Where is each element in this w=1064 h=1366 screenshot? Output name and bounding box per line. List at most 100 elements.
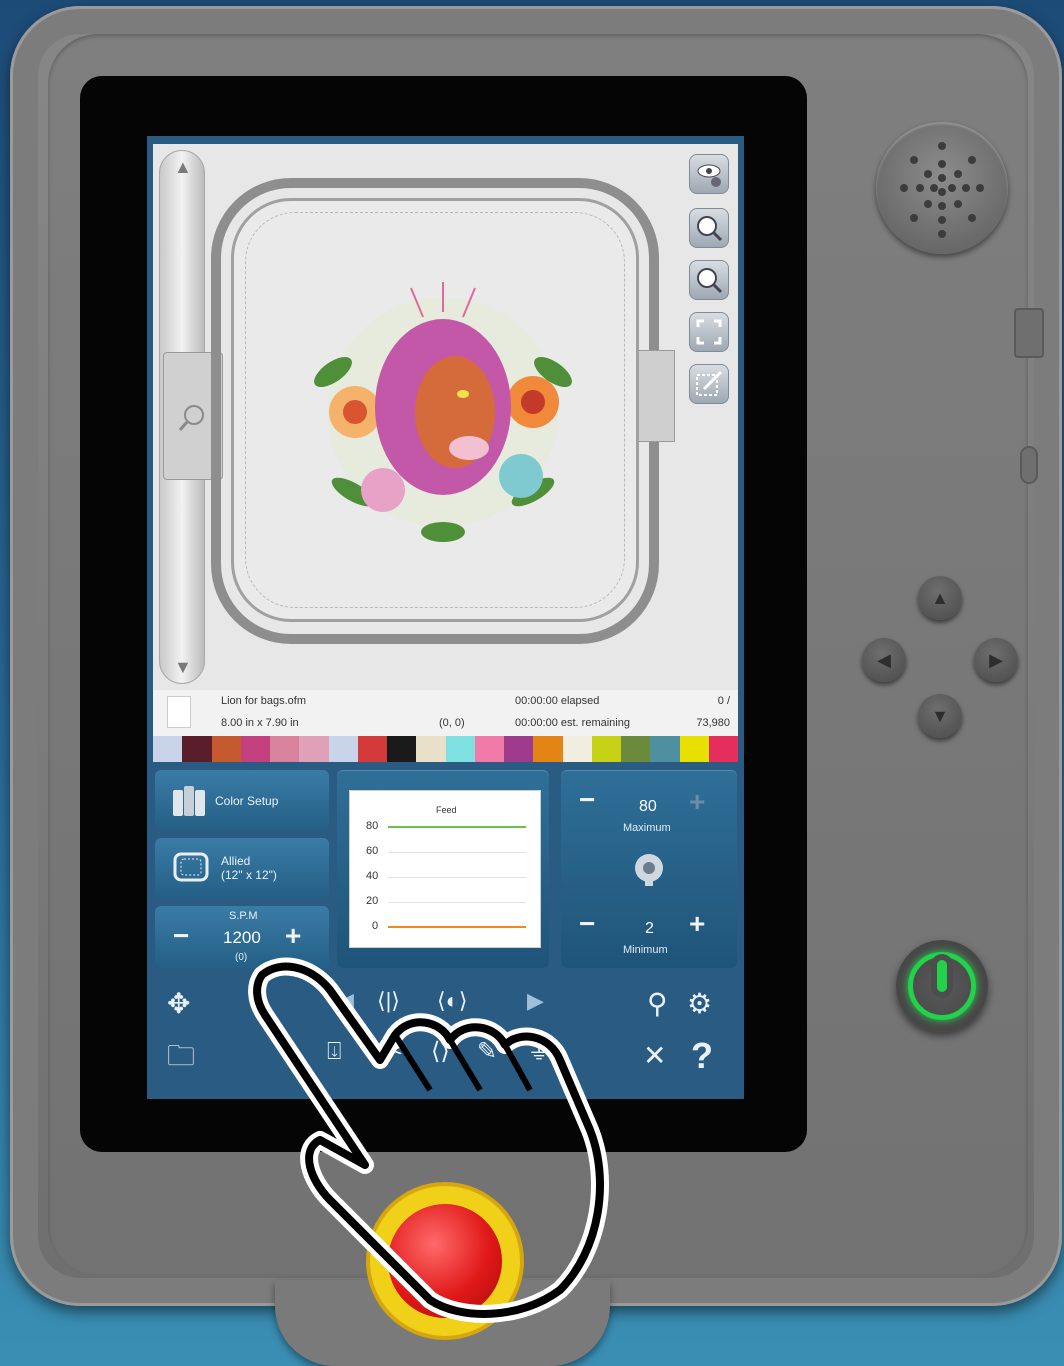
speaker-hole [954, 170, 962, 178]
fullscreen-button[interactable] [689, 312, 729, 352]
open-folder-icon[interactable]: 🗀 [167, 1042, 195, 1070]
speaker-hole [930, 184, 938, 192]
hoop-name: Allied [221, 854, 251, 868]
zoom-fit-button[interactable] [689, 208, 729, 248]
color-swatch[interactable] [533, 736, 563, 762]
min-label: Minimum [623, 944, 668, 956]
color-swatch[interactable] [387, 736, 417, 762]
color-swatch[interactable] [621, 736, 651, 762]
pencil-square-icon [696, 370, 723, 396]
color-swatch[interactable] [708, 736, 738, 762]
color-swatch[interactable] [211, 736, 241, 762]
needle-icon[interactable]: ⟨⟩ [431, 1040, 450, 1064]
frame-out-icon[interactable]: ⍗ [327, 1040, 341, 1064]
speaker-hole [954, 200, 962, 208]
lion-design-preview[interactable] [293, 262, 593, 562]
spm-label: S.P.M [229, 910, 258, 922]
color-setup-button[interactable]: Color Setup [155, 770, 329, 830]
speaker-hole [938, 142, 946, 150]
start-stop-button[interactable] [896, 940, 988, 1032]
min-decrease-button[interactable]: − [579, 910, 595, 938]
edit-stitch-icon[interactable]: ✎ [477, 1040, 497, 1064]
color-swatch[interactable] [182, 736, 212, 762]
scroll-down-icon[interactable]: ▼ [174, 657, 192, 678]
speaker-hole [924, 170, 932, 178]
needle-step-icon[interactable]: ⟨|⟩ [377, 990, 400, 1012]
trim-icon[interactable]: ✂ [383, 1040, 403, 1064]
thread-spools-icon [173, 786, 205, 816]
edit-design-button[interactable] [689, 364, 729, 404]
settings-gears-icon[interactable]: ⚙ [687, 990, 712, 1018]
design-file-name: Lion for bags.ofm [221, 695, 306, 707]
dpad-right-button[interactable]: ▶ [974, 638, 1018, 682]
zoom-in-icon [697, 216, 723, 242]
series-line [388, 826, 526, 828]
color-swatch[interactable] [357, 736, 387, 762]
max-label: Maximum [623, 822, 671, 834]
spm-value: 1200 [223, 928, 261, 947]
series-line [388, 926, 526, 928]
max-decrease-button[interactable]: − [579, 786, 595, 814]
tools-icon[interactable]: ✕ [643, 1042, 666, 1070]
hoop-select-button[interactable]: Allied (12" x 12") [155, 838, 329, 898]
laser-position-icon[interactable]: ⏚ [527, 1040, 551, 1064]
color-swatch[interactable] [153, 736, 183, 762]
spm-sub: (0) [235, 952, 248, 963]
design-view[interactable]: ▲ ▼ [153, 144, 738, 690]
zoom-out-button[interactable] [689, 260, 729, 300]
speaker-hole [938, 160, 946, 168]
trace-back-icon[interactable]: ◀ [337, 990, 354, 1012]
design-info-bar: Lion for bags.ofm 8.00 in x 7.90 in (0, … [153, 690, 738, 736]
color-swatch[interactable] [679, 736, 709, 762]
expand-icon [696, 319, 722, 345]
gridline [388, 852, 526, 853]
feed-chart: Feed 80 60 40 20 0 [349, 790, 541, 948]
color-swatch[interactable] [328, 736, 358, 762]
usb-port [1014, 308, 1044, 358]
scroll-up-icon[interactable]: ▲ [174, 157, 192, 178]
speaker-hole [924, 200, 932, 208]
color-swatch[interactable] [504, 736, 534, 762]
speaker-hole [938, 202, 946, 210]
design-thumbnail [167, 696, 191, 728]
color-swatch[interactable] [562, 736, 592, 762]
needle-select-icon[interactable]: ⚲ [647, 990, 668, 1018]
color-swatch[interactable] [474, 736, 504, 762]
min-increase-button[interactable]: + [689, 910, 705, 938]
trace-forward-icon[interactable]: ▶ [527, 990, 544, 1012]
elapsed-time: 00:00:00 elapsed [515, 695, 600, 707]
max-increase-button[interactable]: + [689, 788, 705, 816]
color-swatch[interactable] [591, 736, 621, 762]
bottom-toolbar: ✥ 🗀 ◀ ⟨|⟩ ⟨◐⟩ ▶ ⍗ ✂ ⟨⟩ ✎ ⏚ ⚲ ⚙ ✕ ? [147, 972, 744, 1099]
color-setup-label: Color Setup [215, 794, 279, 808]
color-sequence-bar[interactable] [153, 736, 738, 762]
color-swatch[interactable] [270, 736, 300, 762]
y-tick-label: 80 [366, 820, 379, 832]
frame-step-icon[interactable]: ⟨◐⟩ [437, 990, 467, 1012]
color-swatch[interactable] [445, 736, 475, 762]
color-swatch[interactable] [416, 736, 446, 762]
gridline [388, 902, 526, 903]
speaker-hole [938, 230, 946, 238]
move-frame-icon[interactable]: ✥ [167, 990, 190, 1018]
color-swatch[interactable] [240, 736, 270, 762]
speaker-hole [962, 184, 970, 192]
speed-limits-panel: − 80 Maximum + − 2 Minimum + [561, 770, 737, 968]
dpad-left-button[interactable]: ◀ [862, 638, 906, 682]
view-options-button[interactable] [689, 154, 729, 194]
power-icon [937, 960, 947, 992]
y-tick-label: 20 [366, 895, 379, 907]
help-icon[interactable]: ? [691, 1038, 713, 1074]
dpad-down-button[interactable]: ▼ [918, 694, 962, 738]
y-tick-label: 0 [372, 920, 379, 932]
speaker-hole [968, 214, 976, 222]
emergency-stop-button[interactable] [388, 1204, 502, 1318]
dpad-up-button[interactable]: ▲ [918, 576, 962, 620]
color-swatch[interactable] [299, 736, 329, 762]
spm-increase-button[interactable]: + [285, 922, 301, 950]
spm-decrease-button[interactable]: − [173, 922, 189, 950]
y-tick-label: 40 [366, 870, 379, 882]
machine-head-icon [635, 854, 663, 886]
color-swatch[interactable] [650, 736, 680, 762]
stitch-progress: 0 / [717, 695, 730, 707]
